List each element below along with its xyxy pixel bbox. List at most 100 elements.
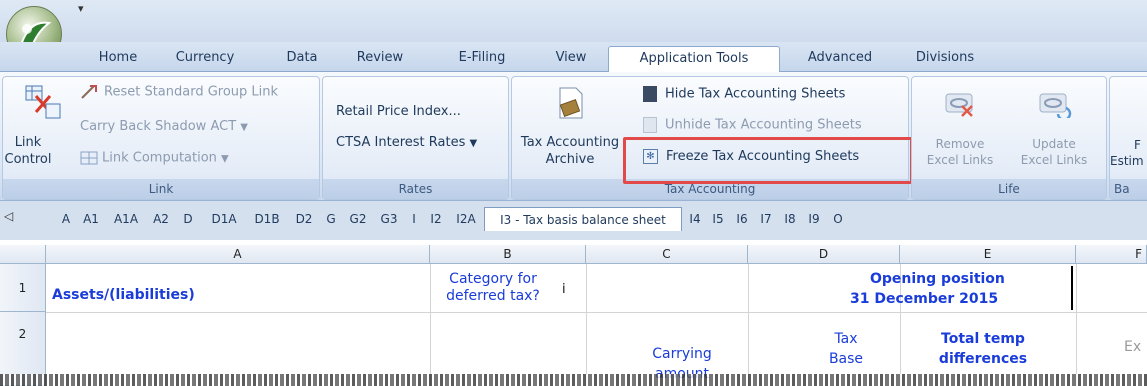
estim-button[interactable]: Estim (1110, 154, 1144, 168)
tab-review[interactable]: Review (347, 46, 413, 72)
gridline (1076, 264, 1077, 386)
row-header-1[interactable]: 1 (0, 264, 46, 312)
chevron-down-icon: ▼ (469, 138, 478, 149)
sheet-tab[interactable]: I5 (708, 207, 728, 231)
gridline (430, 264, 431, 386)
tab-advanced[interactable]: Advanced (790, 46, 890, 72)
sheet-tab[interactable]: D2 (290, 207, 318, 231)
scroll-left-icon[interactable]: ◁ (4, 209, 13, 223)
f-label: F (1134, 138, 1141, 152)
unhide-tax-accounting-sheets[interactable]: Unhide Tax Accounting Sheets (643, 117, 862, 133)
cell-d2[interactable]: Tax Base (826, 329, 866, 369)
reset-standard-group-link[interactable]: Reset Standard Group Link (80, 84, 278, 100)
sheet-tab[interactable]: A2 (147, 207, 175, 231)
hide-tax-accounting-sheets[interactable]: Hide Tax Accounting Sheets (643, 86, 845, 102)
column-header-c[interactable]: C (586, 245, 748, 264)
sheet-tab[interactable]: G2 (344, 207, 372, 231)
link-control-icon (25, 85, 61, 119)
sheet-tab[interactable]: A1A (109, 207, 143, 231)
sheet-tab[interactable]: I (406, 207, 422, 231)
reset-link-icon (81, 85, 97, 99)
sheet-tab[interactable]: O (828, 207, 848, 231)
sheet-tab[interactable]: A (56, 207, 76, 231)
cell-e1-line1[interactable]: Opening position (870, 271, 1005, 287)
carry-back-shadow-act-label: Carry Back Shadow ACT (80, 119, 237, 134)
tab-data[interactable]: Data (277, 46, 327, 72)
tab-e-filing[interactable]: E-Filing (444, 46, 520, 72)
column-header-b[interactable]: B (430, 245, 586, 264)
sheet-tab[interactable]: I8 (780, 207, 800, 231)
chevron-down-icon: ▼ (240, 122, 248, 133)
update-excel-links-button[interactable]: Update Excel Links (1004, 80, 1104, 176)
link-computation-label: Link Computation (102, 150, 217, 166)
group-label-partial: Ba (1110, 179, 1147, 199)
group-label-life: Life (912, 179, 1106, 199)
sheet-tab[interactable]: D (178, 207, 198, 231)
select-all-corner[interactable] (0, 245, 46, 264)
hide-tax-accounting-sheets-label: Hide Tax Accounting Sheets (665, 86, 846, 102)
gridline (748, 264, 749, 386)
remove-links-icon (945, 93, 973, 117)
cell-f2[interactable]: Ex (1124, 339, 1141, 355)
sheet-tab[interactable]: G3 (375, 207, 403, 231)
link-control-label: Link Control (4, 135, 52, 167)
group-label-rates: Rates (323, 179, 508, 199)
cell-e1-line2[interactable]: 31 December 2015 (850, 291, 998, 307)
archive-icon (559, 87, 583, 119)
tax-accounting-archive-label: Tax Accounting Archive (520, 135, 620, 167)
tab-application-tools[interactable]: Application Tools (608, 46, 780, 73)
hide-sheets-icon (643, 86, 657, 102)
cell-b1-text: Category for deferred tax? (446, 271, 540, 304)
group-label-link: Link (3, 179, 319, 199)
tab-view[interactable]: View (543, 46, 599, 72)
sheet-tab[interactable]: D1B (248, 207, 286, 231)
sheet-tab[interactable]: I9 (804, 207, 824, 231)
torn-edge (0, 374, 1147, 386)
remove-excel-links-button[interactable]: Remove Excel Links (914, 80, 1006, 176)
ctsa-interest-rates-dropdown[interactable]: CTSA Interest Rates ▼ (336, 135, 477, 150)
cell-a1[interactable]: Assets/(liabilities) (52, 287, 195, 303)
remove-excel-links-label: Remove Excel Links (926, 137, 994, 167)
tab-currency[interactable]: Currency (165, 46, 245, 72)
column-header-e[interactable]: E (900, 245, 1076, 264)
tab-divisions[interactable]: Divisions (910, 46, 980, 72)
cell-d2-text: Tax Base (828, 331, 864, 367)
unhide-sheets-icon (643, 117, 657, 133)
carry-back-shadow-act[interactable]: Carry Back Shadow ACT ▼ (80, 119, 248, 134)
title-bar (0, 0, 1147, 42)
quick-access-dropdown[interactable]: ▾ (78, 2, 84, 15)
gridline (46, 312, 1147, 313)
sheet-tab[interactable]: A1 (78, 207, 104, 231)
update-links-icon (1039, 93, 1072, 118)
group-partial: Ba (1109, 76, 1147, 200)
update-excel-links-label: Update Excel Links (1020, 137, 1088, 167)
sheet-tab-active[interactable]: I3 - Tax basis balance sheet (484, 207, 682, 231)
cell-b1-marker: i (562, 282, 566, 297)
sheet-tab[interactable]: I2A (451, 207, 481, 231)
row-number: 2 (18, 327, 27, 341)
retail-price-index-button[interactable]: Retail Price Index... (336, 104, 461, 119)
column-header-f[interactable]: F (1076, 245, 1147, 264)
sheet-tab[interactable]: D1A (204, 207, 244, 231)
reset-standard-group-link-label: Reset Standard Group Link (104, 84, 279, 100)
tab-home[interactable]: Home (83, 46, 153, 72)
highlight-box (623, 137, 913, 184)
sheet-tab[interactable]: I2 (424, 207, 448, 231)
gridline (586, 264, 587, 386)
chevron-down-icon: ▼ (221, 153, 229, 165)
sheet-tab[interactable]: G (321, 207, 341, 231)
column-header-a[interactable]: A (46, 245, 430, 264)
unhide-tax-accounting-sheets-label: Unhide Tax Accounting Sheets (665, 117, 862, 133)
link-control-button[interactable]: Link Control (4, 80, 61, 176)
sheet-tab[interactable]: I7 (756, 207, 776, 231)
cell-e2[interactable]: Total temp differences (918, 329, 1048, 369)
sheet-tab[interactable]: I6 (732, 207, 752, 231)
row-number: 1 (18, 281, 27, 295)
column-header-d[interactable]: D (748, 245, 900, 264)
link-computation-icon (80, 151, 98, 165)
tax-accounting-archive-button[interactable]: Tax Accounting Archive (514, 80, 626, 176)
link-computation[interactable]: Link Computation ▼ (80, 150, 229, 166)
cell-e2-text: Total temp differences (938, 331, 1028, 367)
sheet-tab[interactable]: I4 (684, 207, 706, 231)
cell-b1[interactable]: Category for deferred tax? (438, 271, 548, 305)
